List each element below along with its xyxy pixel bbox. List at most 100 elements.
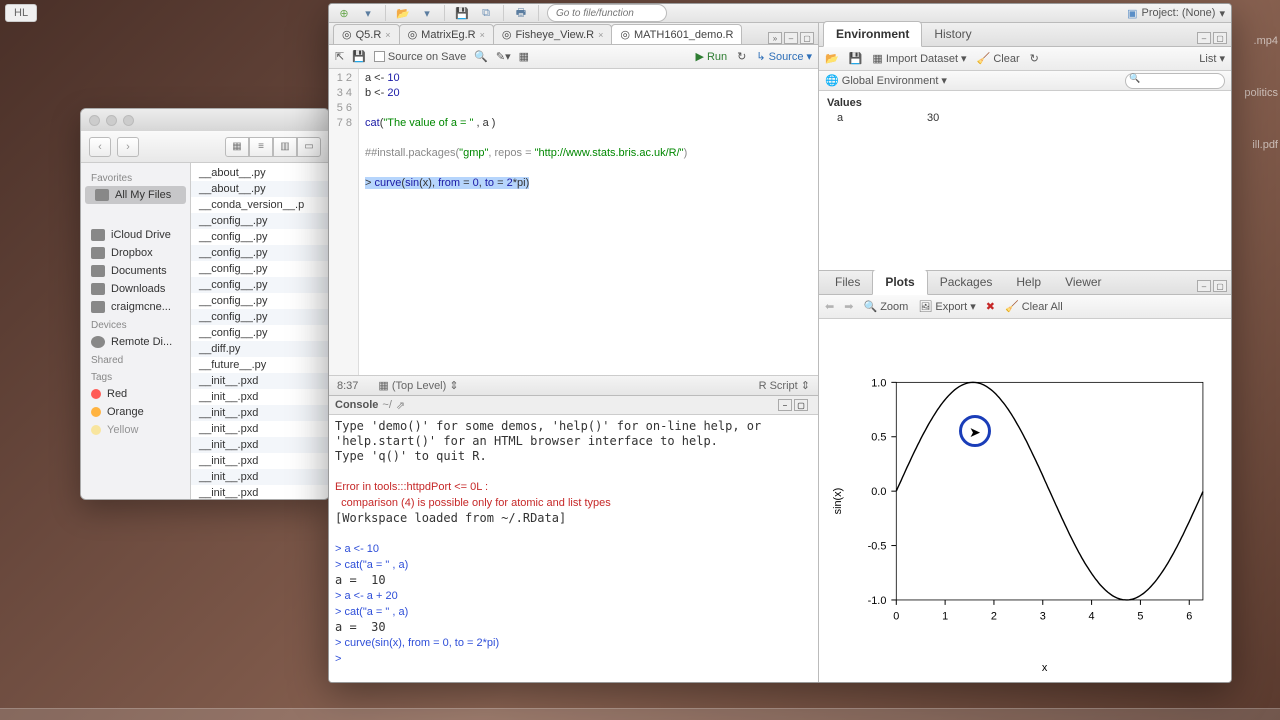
file-row[interactable]: __diff.py [191,341,329,357]
file-row[interactable]: __init__.pxd [191,421,329,437]
minimize-pane[interactable]: – [1197,280,1211,292]
maximize-pane[interactable]: ▢ [800,32,814,44]
minimize-pane[interactable]: – [778,399,792,411]
file-row[interactable]: __conda_version__.p [191,197,329,213]
file-row[interactable]: __about__.py [191,181,329,197]
source-button[interactable]: ↳ Source ▾ [756,50,812,63]
file-row[interactable]: __init__.pxd [191,485,329,499]
project-menu[interactable]: ▣Project: (None) ▾ [1127,7,1225,20]
finder-titlebar[interactable] [81,109,329,131]
tab-history[interactable]: History [922,22,983,46]
maximize-pane[interactable]: ▢ [1213,280,1227,292]
tab-environment[interactable]: Environment [823,21,922,47]
tab-math1601[interactable]: ◎MATH1601_demo.R [611,24,742,44]
sidebar-item-dropbox[interactable]: Dropbox [81,244,190,262]
tag-orange[interactable]: Orange [81,403,190,421]
file-row[interactable]: __init__.pxd [191,389,329,405]
export-button[interactable]: 🖼 Export ▾ [918,300,975,313]
column-view-button[interactable]: ▥ [273,137,297,157]
save-button[interactable]: 💾 [352,50,366,63]
maximize-pane[interactable]: ▢ [794,399,808,411]
remove-plot-button[interactable]: ✖ [986,300,995,313]
tab-files[interactable]: Files [823,270,872,294]
file-row[interactable]: __init__.pxd [191,437,329,453]
forward-button[interactable]: › [117,137,139,157]
new-file-dropdown[interactable]: ▾ [359,4,377,22]
code-editor[interactable]: 1 2 3 4 5 6 7 8 a <- 10 b <- 20 cat("The… [329,69,818,375]
sidebar-item-documents[interactable]: Documents [81,262,190,280]
cover-view-button[interactable]: ▭ [297,137,321,157]
tab-packages[interactable]: Packages [928,270,1005,294]
back-button[interactable]: ‹ [89,137,111,157]
open-button[interactable]: 📂 [394,4,412,22]
save-workspace-button[interactable]: 💾 [849,52,863,65]
env-row[interactable]: a 30 [827,111,1223,125]
file-row[interactable]: __config__.py [191,325,329,341]
minimize-icon[interactable] [106,115,117,126]
source-on-save-check[interactable]: Source on Save [374,51,466,63]
sidebar-item-downloads[interactable]: Downloads [81,280,190,298]
icon-view-button[interactable]: ▦ [225,137,249,157]
sidebar-item-remote-disk[interactable]: Remote Di... [81,333,190,351]
file-row[interactable]: __config__.py [191,245,329,261]
minimize-pane[interactable]: – [784,32,798,44]
tab-help[interactable]: Help [1004,270,1053,294]
close-icon[interactable] [89,115,100,126]
file-row[interactable]: __config__.py [191,229,329,245]
zoom-button[interactable]: 🔍 Zoom [863,300,908,313]
file-row[interactable]: __about__.py [191,165,329,181]
wand-button[interactable]: ✎▾ [496,50,511,63]
import-dataset-button[interactable]: ▦ Import Dataset ▾ [872,52,966,65]
list-view-button[interactable]: ≡ [249,137,273,157]
tab-matrixeg[interactable]: ◎MatrixEg.R× [399,24,494,44]
report-button[interactable]: ▦ [519,50,529,63]
rerun-button[interactable]: ↻ [737,50,746,63]
go-to-input[interactable] [547,4,667,22]
sidebar-item-home[interactable]: craigmcne... [81,298,190,316]
save-all-button[interactable]: ⧉ [477,4,495,22]
env-search[interactable] [1125,73,1225,89]
file-row[interactable]: __init__.pxd [191,405,329,421]
maximize-pane[interactable]: ▢ [1213,32,1227,44]
scope-select[interactable]: 🌐 Global Environment ▾ [825,74,947,87]
file-row[interactable]: __config__.py [191,213,329,229]
sidebar-item-icloud[interactable]: iCloud Drive [81,226,190,244]
clear-button[interactable]: 🧹 Clear [977,52,1020,65]
refresh-button[interactable]: ↻ [1030,52,1039,65]
tag-red[interactable]: Red [81,385,190,403]
tab-fisheye[interactable]: ◎Fisheye_View.R× [493,24,613,44]
sidebar-item-all-my-files[interactable]: All My Files [85,186,186,204]
file-row[interactable]: __init__.pxd [191,469,329,485]
file-row[interactable]: __init__.pxd [191,453,329,469]
close-icon[interactable]: × [480,30,485,40]
next-plot-button[interactable]: ➡ [844,300,853,313]
close-icon[interactable]: × [598,30,603,40]
minimize-pane[interactable]: – [1197,32,1211,44]
dock[interactable] [0,708,1280,720]
open-dropdown[interactable]: ▾ [418,4,436,22]
prev-plot-button[interactable]: ⬅ [825,300,834,313]
new-file-button[interactable]: ⊕ [335,4,353,22]
file-list[interactable]: __about__.py__about__.py__conda_version_… [191,163,329,499]
popout-button[interactable]: ⇱ [335,50,344,63]
file-row[interactable]: __config__.py [191,293,329,309]
file-row[interactable]: __future__.py [191,357,329,373]
tab-q5[interactable]: ◎Q5.R× [333,24,400,44]
load-workspace-button[interactable]: 📂 [825,52,839,65]
file-row[interactable]: __config__.py [191,277,329,293]
tab-plots[interactable]: Plots [872,269,927,295]
console[interactable]: Type 'demo()' for some demos, 'help()' f… [329,415,818,682]
save-button[interactable]: 💾 [453,4,471,22]
find-button[interactable]: 🔍 [474,50,488,63]
tab-overflow[interactable]: » [768,32,782,44]
zoom-icon[interactable] [123,115,134,126]
clear-all-button[interactable]: 🧹 Clear All [1005,300,1063,313]
file-row[interactable]: __config__.py [191,261,329,277]
file-row[interactable]: __config__.py [191,309,329,325]
tab-viewer[interactable]: Viewer [1053,270,1113,294]
print-button[interactable]: 🖶 [512,4,530,22]
close-icon[interactable]: × [385,30,390,40]
file-row[interactable]: __init__.pxd [191,373,329,389]
tag-yellow[interactable]: Yellow [81,421,190,439]
run-button[interactable]: ▶ Run [696,50,728,63]
